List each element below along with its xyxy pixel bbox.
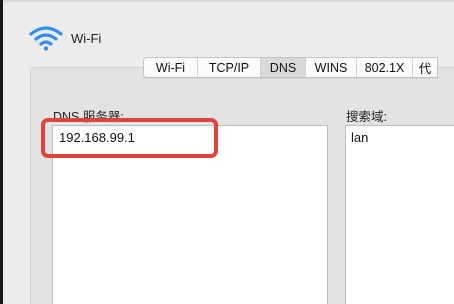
tab-wifi[interactable]: Wi-Fi [144, 58, 198, 77]
tab-tcpip[interactable]: TCP/IP [198, 58, 261, 77]
search-domain-entry[interactable]: lan [351, 130, 368, 145]
search-domains-label: 搜索域: [346, 110, 387, 124]
header-title: Wi-Fi [71, 30, 102, 46]
dns-servers-label: DNS 服务器: [53, 110, 124, 124]
dns-servers-list[interactable]: 192.168.99.1 [52, 125, 328, 304]
tab-wins[interactable]: WINS [306, 58, 357, 77]
wifi-icon [29, 26, 63, 51]
window-header: Wi-Fi [29, 23, 101, 53]
network-settings-window: Wi-Fi Wi-Fi TCP/IP DNS WINS 802.1X 代 DNS… [3, 0, 454, 304]
tab-dns[interactable]: DNS [261, 58, 306, 77]
dns-server-entry[interactable]: 192.168.99.1 [59, 130, 135, 145]
tab-bar: Wi-Fi TCP/IP DNS WINS 802.1X 代 [143, 57, 438, 78]
tab-8021x[interactable]: 802.1X [357, 58, 413, 77]
search-domains-list[interactable]: lan [345, 125, 454, 304]
tab-proxy[interactable]: 代 [413, 58, 437, 77]
